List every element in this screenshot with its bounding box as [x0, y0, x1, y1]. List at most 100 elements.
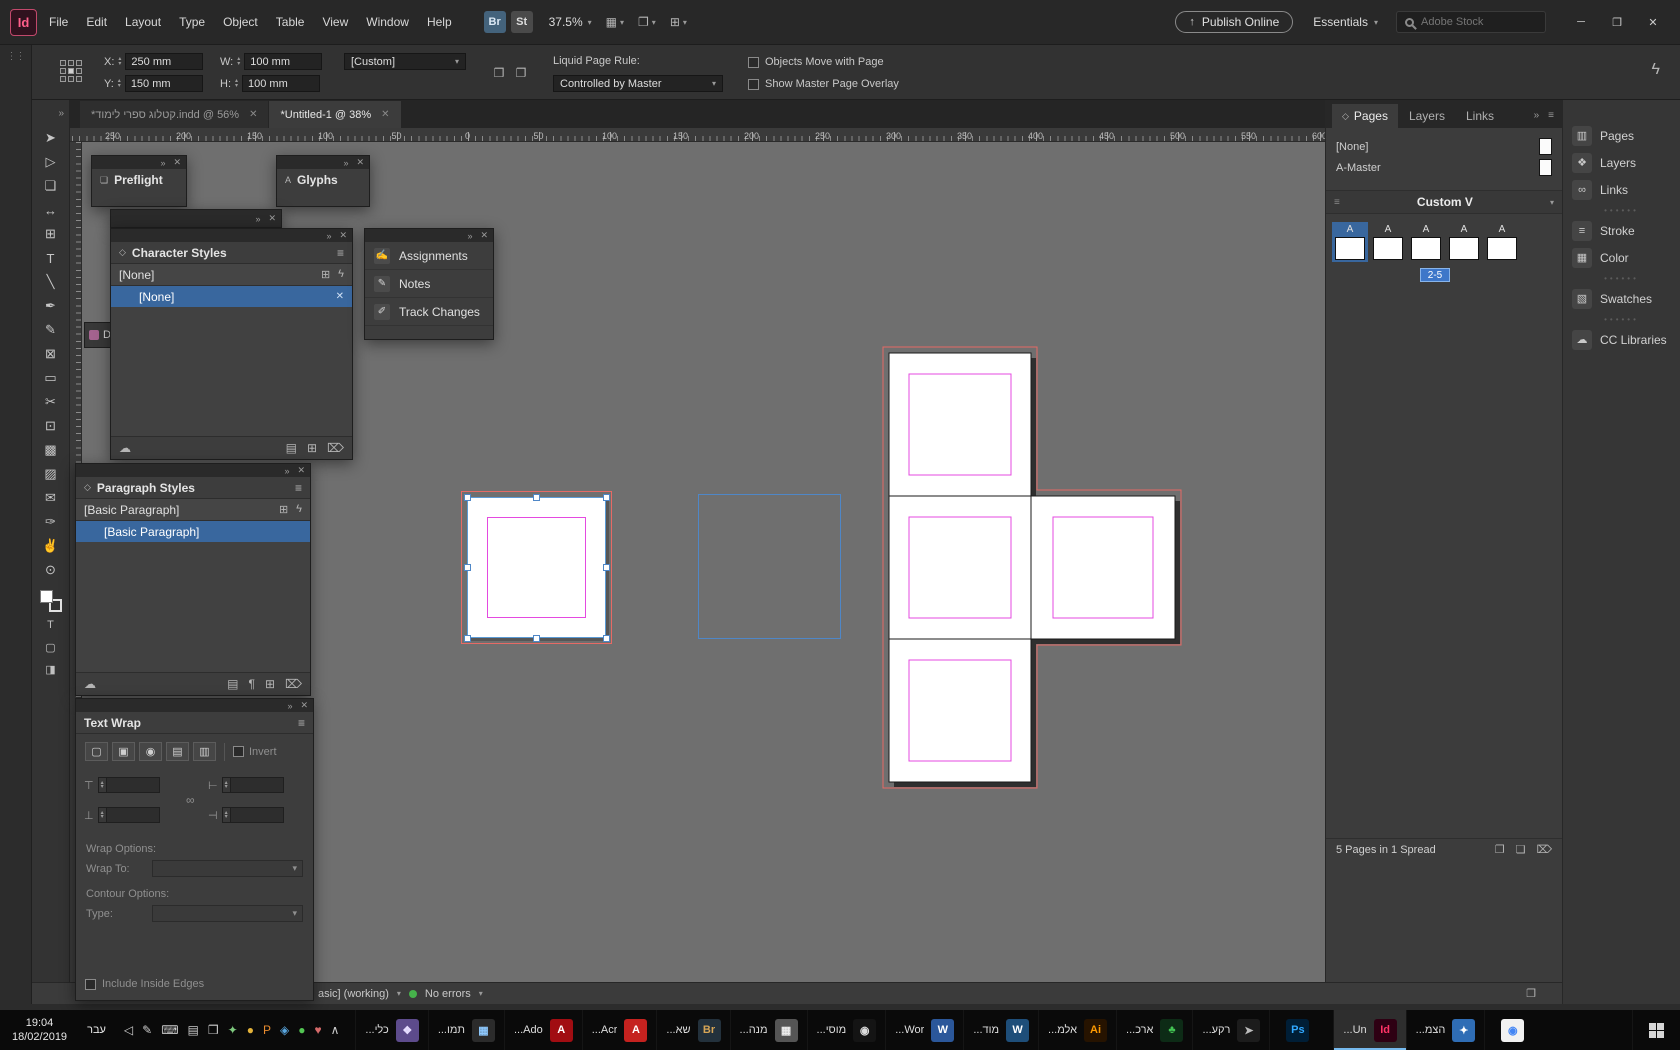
taskbar-app-button[interactable]: ...מנה ▦ [730, 1010, 807, 1050]
wrap-mode-button[interactable]: ▥ [193, 742, 216, 761]
panel-menu-icon[interactable]: ≡ [337, 246, 344, 260]
scissors-tool[interactable]: ✂ [32, 390, 69, 414]
collapse-panel-icon[interactable]: » [255, 214, 260, 224]
close-tab-icon[interactable]: ✕ [381, 109, 389, 120]
close-tab-icon[interactable]: ✕ [249, 109, 257, 120]
tray-icon[interactable]: ● [247, 1023, 254, 1037]
page-orientation-portrait-button[interactable]: ❒ [490, 63, 508, 83]
wrap-mode-button[interactable]: ◉ [139, 742, 162, 761]
style-list[interactable] [111, 307, 352, 436]
quick-apply-icon[interactable]: ϟ [1652, 61, 1660, 79]
selection-handle[interactable] [603, 494, 610, 501]
content-collector-tool[interactable]: ⊞ [32, 222, 69, 246]
menu-item[interactable]: Table [276, 15, 305, 29]
taskbar-app-button[interactable]: ...הצמ ✦ [1406, 1010, 1485, 1050]
spread-view-icon[interactable]: ❐ [1526, 987, 1562, 1000]
tab-links[interactable]: Links [1456, 104, 1504, 128]
bridge-button[interactable]: Br [484, 11, 506, 33]
height-input[interactable]: 100 mm [242, 75, 320, 92]
new-page-icon[interactable]: ❏ [1516, 843, 1526, 856]
spread-header[interactable]: ≡ Custom V ▾ [1326, 190, 1562, 214]
tray-icon[interactable]: ◈ [280, 1023, 289, 1037]
page-tool[interactable]: ❏ [32, 174, 69, 198]
taskbar-app-button[interactable]: ...מוסי ◉ [807, 1010, 886, 1050]
panel-title[interactable]: Text Wrap [84, 716, 141, 730]
selection-handle[interactable] [603, 635, 610, 642]
create-style-icon[interactable]: ⊞ [307, 441, 317, 455]
taskbar-clock[interactable]: 19:04 18/02/2019 [0, 1010, 79, 1050]
page-thumbnail[interactable]: A [1484, 222, 1520, 262]
eyedropper-tool[interactable]: ✑ [32, 510, 69, 534]
tray-icon[interactable]: ♥ [314, 1023, 321, 1037]
workspace-switcher[interactable]: Essentials▾ [1313, 15, 1378, 29]
new-style-icon[interactable]: ⊞ [321, 268, 330, 281]
collapse-panel-icon[interactable]: » [343, 158, 348, 168]
tray-icon[interactable]: ❒ [208, 1023, 219, 1037]
break-link-icon[interactable]: ✕ [336, 291, 344, 302]
selection-handle[interactable] [533, 494, 540, 501]
close-panel-icon[interactable]: ✕ [339, 230, 347, 241]
selection-handle[interactable] [464, 494, 471, 501]
wrap-to-dropdown[interactable]: ▾ [152, 860, 303, 877]
dock-item[interactable]: ▧ Swatches [1563, 285, 1680, 312]
line-tool[interactable]: ╲ [32, 270, 69, 294]
note-tool[interactable]: ✉ [32, 486, 69, 510]
selection-handle[interactable] [603, 564, 610, 571]
taskbar-app-button[interactable]: ...Un Id [1333, 1010, 1405, 1050]
invert-checkbox[interactable]: Invert [233, 746, 277, 758]
left-offset-field[interactable]: ⊢▴▾ [208, 777, 284, 793]
cc-sync-icon[interactable]: ☁ [119, 441, 131, 455]
selection-handle[interactable] [533, 635, 540, 642]
close-panel-icon[interactable]: ✕ [268, 213, 276, 224]
horizontal-ruler[interactable]: 2502001501005005010015020025030035040045… [70, 128, 1325, 142]
gradient-tool[interactable]: ▩ [32, 438, 69, 462]
zoom-level-control[interactable]: 37.5%▾ [549, 15, 592, 29]
zoom-tool[interactable]: ⊙ [32, 558, 69, 582]
taskbar-app-button[interactable]: ...Acr A [582, 1010, 657, 1050]
close-panel-icon[interactable]: ✕ [297, 465, 305, 476]
free-transform-tool[interactable]: ⊡ [32, 414, 69, 438]
formatting-affects-container-icon[interactable]: ▢ [32, 636, 69, 658]
menu-item[interactable]: Window [366, 15, 409, 29]
taskbar-app-button[interactable]: ...אלמ Ai [1038, 1010, 1116, 1050]
menu-item[interactable]: Object [223, 15, 258, 29]
preflight-status-label[interactable]: No errors [425, 988, 471, 1000]
link-offsets-icon[interactable]: ∞ [186, 793, 195, 807]
chevron-down-icon[interactable]: ▾ [397, 989, 401, 998]
hand-tool[interactable]: ✌ [32, 534, 69, 558]
dock-item[interactable]: ∞ Links [1563, 176, 1680, 203]
panel-title[interactable]: Paragraph Styles [97, 481, 195, 495]
tray-icon[interactable]: ⌨ [161, 1023, 178, 1037]
maximize-button[interactable]: ❐ [1600, 9, 1634, 35]
preflight-profile-label[interactable]: asic] (working) [318, 988, 389, 1000]
tray-icon[interactable]: ✎ [142, 1023, 152, 1037]
dock-grip[interactable]: •••••• [1563, 271, 1680, 285]
taskbar-app-button[interactable]: ...מוד W [963, 1010, 1038, 1050]
tray-icon[interactable]: ∧ [331, 1023, 340, 1037]
tray-icon[interactable]: ▤ [188, 1023, 199, 1037]
dock-item[interactable]: ▥ Pages [1563, 122, 1680, 149]
publish-online-button[interactable]: ↑Publish Online [1175, 11, 1293, 33]
tab-layers[interactable]: Layers [1399, 104, 1455, 128]
top-offset-field[interactable]: ⊤▴▾ [84, 777, 160, 793]
rectangle-frame-tool[interactable]: ⊠ [32, 342, 69, 366]
taskbar-app-button[interactable]: ...שא Br [656, 1010, 729, 1050]
collapse-panel-icon[interactable]: » [326, 231, 331, 241]
stepper-icon[interactable]: ▴▾ [237, 57, 240, 66]
expand-panel-icon[interactable]: » [58, 108, 64, 119]
stepper-icon[interactable]: ▴▾ [118, 79, 121, 88]
include-inside-edges-checkbox[interactable]: Include Inside Edges [76, 978, 313, 1000]
minimize-button[interactable]: ─ [1564, 9, 1598, 35]
dock-item[interactable]: ❖ Layers [1563, 149, 1680, 176]
dock-item[interactable]: ≡ Stroke [1563, 217, 1680, 244]
master-page-row[interactable]: A-Master [1326, 157, 1562, 178]
style-group-icon[interactable]: ▤ [227, 677, 238, 691]
bottom-offset-field[interactable]: ⊥▴▾ [84, 807, 160, 823]
page-thumbnail[interactable]: A [1446, 222, 1482, 262]
taskbar-app-button[interactable]: ...Ado A [504, 1010, 582, 1050]
new-style-icon[interactable]: ⊞ [279, 503, 288, 516]
collapse-panel-icon[interactable]: » [284, 466, 289, 476]
page-thumbnail[interactable]: A [1370, 222, 1406, 262]
edit-page-size-icon[interactable]: ❐ [1495, 843, 1505, 856]
dock-grip[interactable]: •••••• [1563, 312, 1680, 326]
